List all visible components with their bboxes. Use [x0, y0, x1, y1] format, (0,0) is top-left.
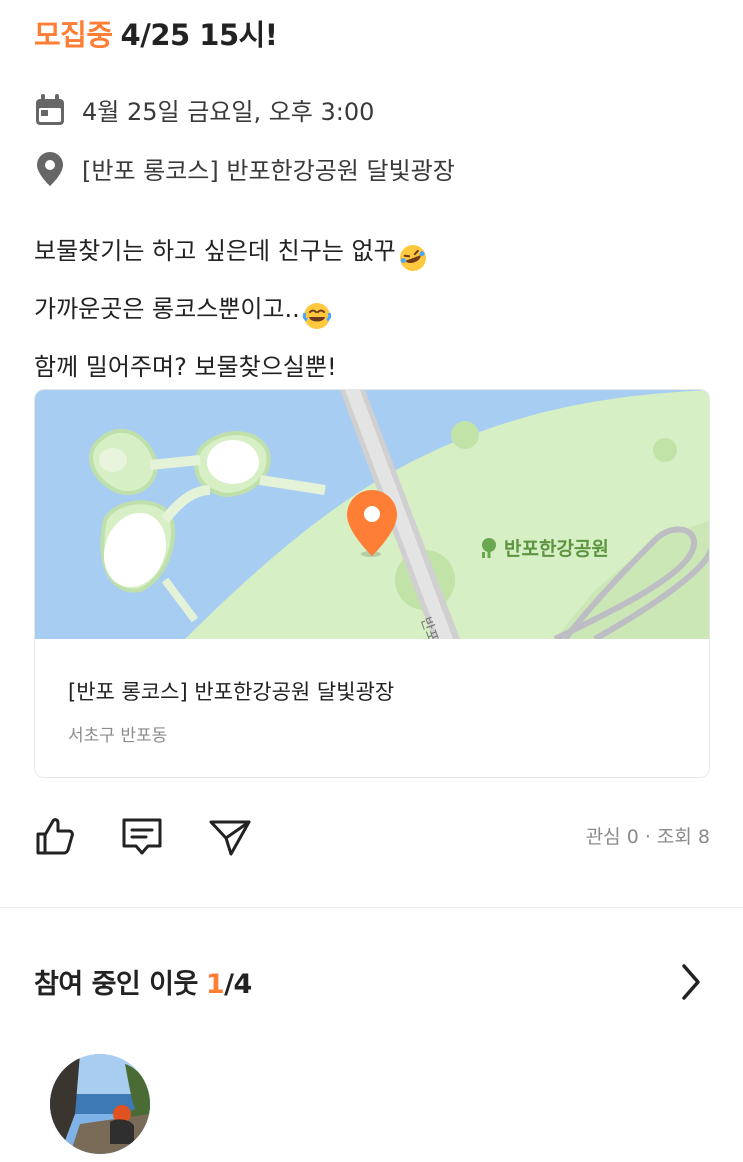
park-map-label: 반포한강공원: [480, 534, 609, 561]
location-address: 서초구 반포동: [68, 726, 168, 746]
park-tree-icon: [482, 537, 496, 558]
description-line-1: 보물찾기는 하고 싶은데 친구는 없꾸: [34, 222, 428, 280]
meeting-time-title: 4/25 15시!: [120, 18, 279, 52]
post-actions: 관심 0 · 조회 8: [34, 810, 710, 862]
place-row: [반포 롱코스] 반포한강공원 달빛광장: [34, 151, 455, 186]
section-divider: [0, 907, 743, 908]
send-icon: [209, 820, 251, 856]
comment-icon: [122, 818, 162, 855]
tears-of-joy-emoji-icon: [302, 294, 332, 329]
thumbs-up-icon: [36, 818, 74, 855]
recruiting-status: 모집중: [34, 18, 113, 52]
location-name: [반포 롱코스] 반포한강공원 달빛광장: [68, 680, 395, 704]
location-pin-icon: [34, 151, 66, 186]
participant-avatar[interactable]: [50, 1054, 150, 1154]
chevron-right-icon: [682, 964, 700, 1000]
description-line-2: 가까운곳은 롱코스뿐이고..: [34, 280, 428, 338]
comment-button[interactable]: [120, 814, 164, 858]
post-title: 모집중 4/25 15시!: [34, 12, 278, 54]
participants-heading[interactable]: 참여 중인 이웃 1/4: [34, 962, 252, 1001]
map-preview[interactable]: 반포한강공원 반포: [35, 390, 709, 645]
location-info[interactable]: [반포 롱코스] 반포한강공원 달빛광장 서초구 반포동: [35, 639, 709, 777]
like-button[interactable]: [34, 814, 78, 858]
post-description: 보물찾기는 하고 싶은데 친구는 없꾸 가까운곳은 롱코스뿐이고.. 함께 밀어…: [34, 222, 428, 396]
rofl-emoji-icon: [398, 236, 428, 271]
participants-total: /4: [224, 969, 252, 1000]
share-button[interactable]: [208, 814, 252, 858]
participants-label: 참여 중인 이웃: [34, 969, 198, 1000]
calendar-icon: [34, 93, 66, 126]
participants-more-button[interactable]: [672, 960, 708, 1004]
location-card[interactable]: 반포한강공원 반포 [반포 롱코스] 반포한강공원 달빛광장 서초구 반포동: [34, 389, 710, 778]
date-row: 4월 25일 금요일, 오후 3:00: [34, 92, 374, 127]
place-text: [반포 롱코스] 반포한강공원 달빛광장: [82, 157, 455, 185]
participants-count: 1: [205, 969, 225, 1000]
post-stats: 관심 0 · 조회 8: [585, 826, 710, 848]
date-text: 4월 25일 금요일, 오후 3:00: [82, 98, 375, 126]
map-pin-icon: [347, 490, 397, 556]
description-line-3: 함께 밀어주며? 보물찾으실뿐!: [34, 353, 337, 381]
